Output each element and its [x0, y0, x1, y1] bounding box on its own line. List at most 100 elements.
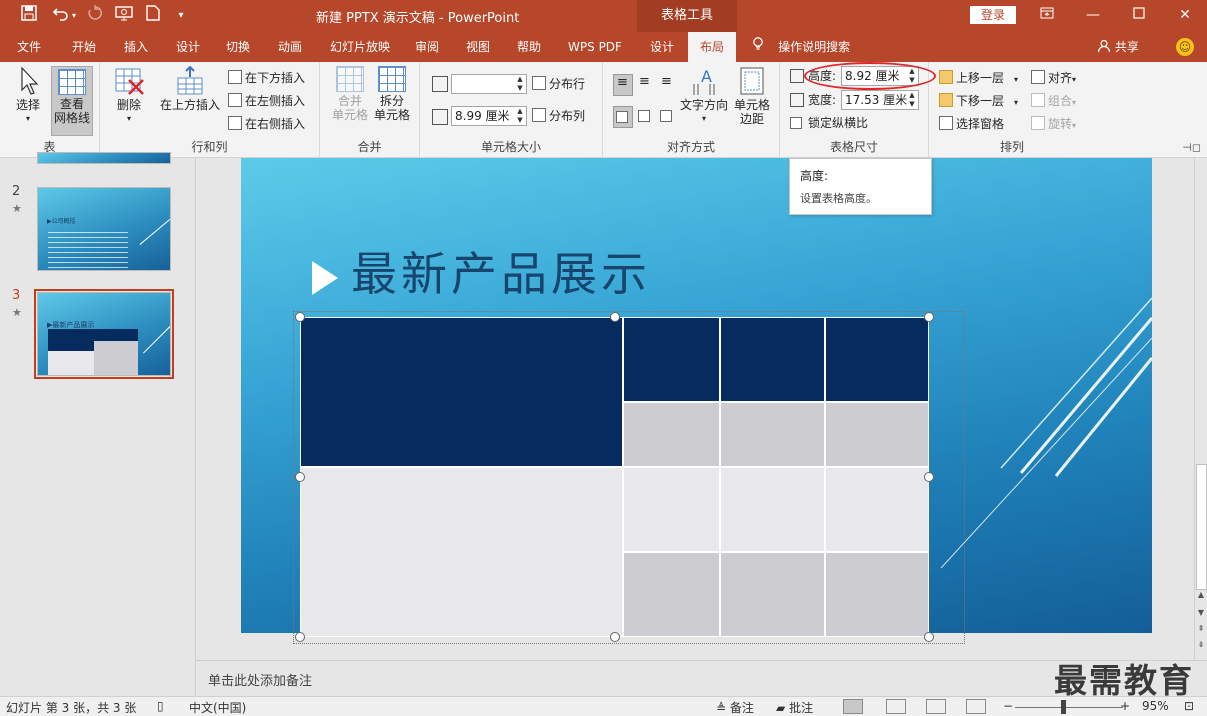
resize-handle-top-left[interactable] — [295, 312, 305, 322]
table-cell[interactable] — [720, 317, 825, 402]
slide-thumbnail-1[interactable] — [37, 152, 171, 164]
table-cell[interactable] — [300, 317, 623, 467]
feedback-smiley-icon[interactable]: ☺ — [1176, 38, 1194, 56]
table-cell[interactable] — [825, 552, 929, 637]
tab-help[interactable]: 帮助 — [506, 32, 552, 62]
split-cells-button[interactable]: 拆分 单元格 — [372, 66, 412, 122]
spin-arrows-icon[interactable]: ▲ ▼ — [515, 107, 525, 125]
close-icon[interactable]: ✕ — [1162, 0, 1207, 32]
slideshow-view-button[interactable] — [966, 699, 986, 714]
resize-handle-bottom[interactable] — [610, 632, 620, 642]
scroll-down-arrow-icon[interactable]: ▼ — [1195, 608, 1207, 617]
distribute-columns-button[interactable]: 分布列 — [532, 106, 585, 126]
text-direction-button[interactable]: A 文字方向 ▾ — [679, 66, 729, 126]
undo-dropdown-icon[interactable]: ▾ — [68, 5, 80, 27]
slide-sorter-view-button[interactable] — [886, 699, 906, 714]
notes-toggle-button[interactable]: ≜ 备注 — [716, 699, 754, 716]
vertical-scrollbar[interactable]: ▲ ▼ ⇞ ⇟ — [1194, 158, 1207, 660]
spin-arrows-icon[interactable]: ▲ ▼ — [907, 91, 917, 109]
notes-placeholder[interactable]: 单击此处添加备注 — [208, 670, 312, 689]
maximize-icon[interactable] — [1116, 0, 1162, 32]
rotate-button[interactable]: 旋转▾ — [1031, 114, 1076, 134]
table-cell[interactable] — [825, 402, 929, 467]
table-cell[interactable] — [623, 552, 720, 637]
redo-icon[interactable] — [84, 5, 106, 27]
resize-handle-left[interactable] — [295, 472, 305, 482]
lock-aspect-ratio-checkbox[interactable]: 锁定纵横比 — [790, 113, 868, 133]
insert-below-button[interactable]: 在下方插入 — [228, 68, 305, 88]
resize-handle-bottom-right[interactable] — [924, 632, 934, 642]
resize-handle-top-right[interactable] — [924, 312, 934, 322]
table-cell[interactable] — [623, 317, 720, 402]
tab-review[interactable]: 审阅 — [404, 32, 450, 62]
normal-view-button[interactable] — [843, 699, 863, 714]
bring-forward-button[interactable]: 上移一层 ▾ — [939, 68, 1018, 88]
tab-table-layout[interactable]: 布局 — [688, 32, 736, 62]
send-backward-button[interactable]: 下移一层 ▾ — [939, 91, 1018, 111]
merge-cells-button[interactable]: 合并 单元格 — [330, 66, 370, 122]
pin-ribbon-icon[interactable]: ⊣◻ — [1182, 141, 1201, 154]
tab-design[interactable]: 设计 — [164, 32, 212, 62]
cell-margins-button[interactable]: 单元格 边距 — [731, 66, 773, 126]
spin-arrows-icon[interactable]: ▲ ▼ — [515, 75, 525, 93]
new-file-icon[interactable] — [142, 5, 164, 27]
tab-insert[interactable]: 插入 — [112, 32, 160, 62]
align-center-button[interactable]: ≡ — [636, 74, 656, 96]
share-button[interactable]: 共享 — [1097, 32, 1139, 62]
comments-button[interactable]: ▰ 批注 — [776, 699, 813, 716]
slide-thumbnail-3[interactable]: ▶最新产品展示 — [34, 289, 174, 379]
table-cell[interactable] — [720, 402, 825, 467]
table-cell[interactable] — [720, 552, 825, 637]
zoom-out-icon[interactable]: − — [1003, 699, 1013, 713]
align-right-button[interactable]: ≡ — [658, 74, 678, 96]
align-left-button[interactable]: ≡ — [613, 74, 633, 96]
zoom-slider-knob[interactable] — [1061, 700, 1066, 714]
ribbon-display-options-icon[interactable] — [1024, 0, 1070, 32]
tab-wps-pdf[interactable]: WPS PDF — [560, 32, 630, 62]
table-cell[interactable] — [623, 402, 720, 467]
align-bottom-button[interactable] — [658, 106, 678, 128]
insert-right-button[interactable]: 在右侧插入 — [228, 114, 305, 134]
save-icon[interactable] — [18, 5, 40, 27]
insert-above-button[interactable]: 在上方插入 — [158, 65, 222, 112]
table-cell[interactable] — [300, 467, 623, 637]
resize-handle-right[interactable] — [924, 472, 934, 482]
minimize-icon[interactable]: — — [1070, 0, 1116, 32]
select-button[interactable]: 选择 ▾ — [8, 66, 48, 126]
login-button[interactable]: 登录 — [970, 6, 1016, 24]
align-top-button[interactable] — [613, 106, 633, 128]
previous-slide-icon[interactable]: ⇞ — [1195, 624, 1207, 633]
group-button[interactable]: 组合▾ — [1031, 91, 1076, 111]
table-cell[interactable] — [720, 467, 825, 552]
selection-pane-button[interactable]: 选择窗格 — [939, 114, 1004, 134]
insert-left-button[interactable]: 在左侧插入 — [228, 91, 305, 111]
view-gridlines-button[interactable]: 查看 网格线 — [51, 66, 93, 136]
zoom-slider-track[interactable] — [1015, 707, 1123, 708]
cell-height-input[interactable]: ▲ ▼ — [451, 74, 527, 94]
tell-me-search[interactable]: 操作说明搜索 — [752, 32, 850, 62]
delete-button[interactable]: 删除 ▾ — [108, 66, 150, 126]
customize-toolbar-icon[interactable]: ▾ — [170, 5, 192, 27]
scroll-up-arrow-icon[interactable]: ▲ — [1195, 590, 1207, 599]
table-cell[interactable] — [623, 467, 720, 552]
distribute-rows-button[interactable]: 分布行 — [532, 74, 585, 94]
align-button[interactable]: 对齐▾ — [1031, 68, 1076, 88]
table-width-input[interactable]: 17.53 厘米 ▲ ▼ — [841, 90, 919, 110]
slide-table[interactable] — [300, 317, 929, 637]
tab-file[interactable]: 文件 — [6, 32, 52, 62]
language-status[interactable]: 中文(中国) — [189, 699, 246, 716]
next-slide-icon[interactable]: ⇟ — [1195, 640, 1207, 649]
table-cell[interactable] — [825, 467, 929, 552]
reading-view-button[interactable] — [926, 699, 946, 714]
tab-slideshow[interactable]: 幻灯片放映 — [320, 32, 400, 62]
resize-handle-bottom-left[interactable] — [295, 632, 305, 642]
cell-width-input[interactable]: 8.99 厘米 ▲ ▼ — [451, 106, 527, 126]
tab-animations[interactable]: 动画 — [266, 32, 314, 62]
tab-transitions[interactable]: 切换 — [214, 32, 262, 62]
present-from-start-icon[interactable] — [113, 5, 135, 27]
tab-table-design[interactable]: 设计 — [640, 32, 684, 62]
slide-thumbnail-2[interactable]: ▶公司概括 — [37, 187, 171, 271]
accessibility-icon[interactable]: ▯ — [157, 699, 164, 713]
tab-home[interactable]: 开始 — [60, 32, 108, 62]
scrollbar-thumb[interactable] — [1196, 464, 1207, 590]
